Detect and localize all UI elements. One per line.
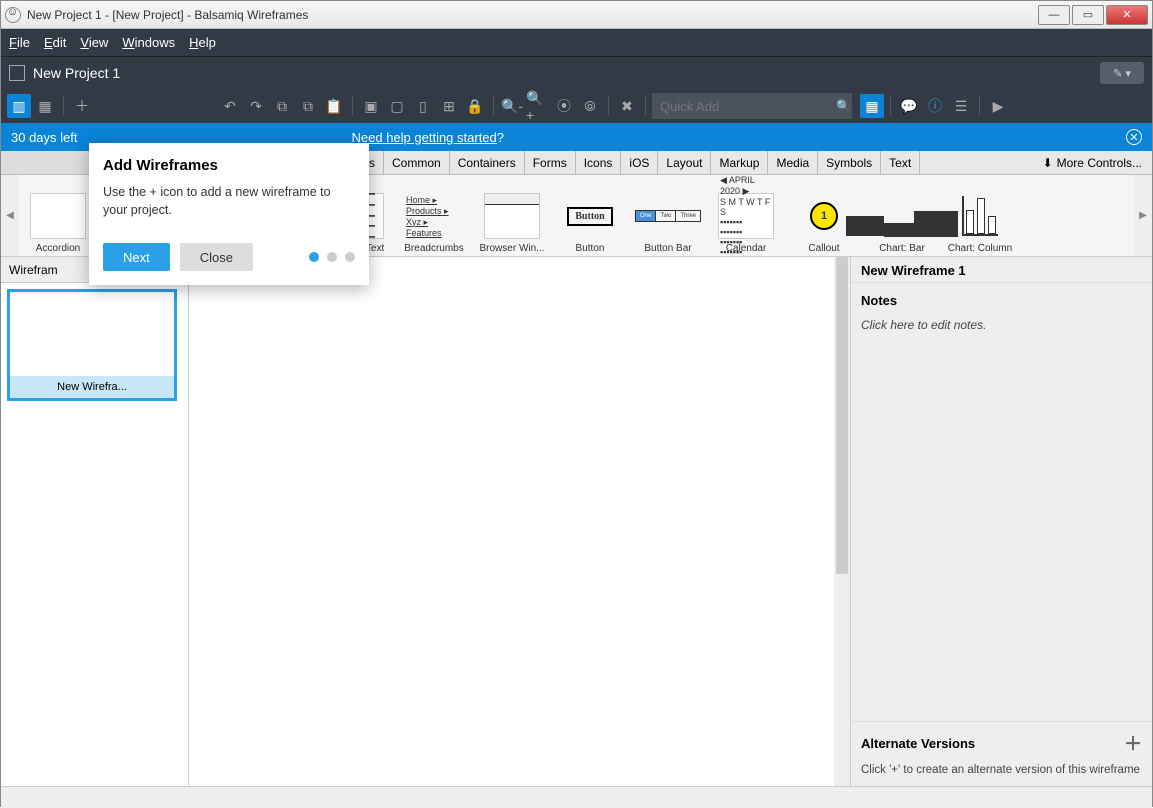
menu-windows[interactable]: Windows <box>122 35 175 50</box>
paste-button[interactable]: ⧉ <box>296 94 320 118</box>
canvas-scrollbar[interactable] <box>834 257 850 786</box>
app-icon <box>5 7 21 23</box>
dot-3 <box>345 252 355 262</box>
more-controls-button[interactable]: ⬇More Controls... <box>1033 151 1152 174</box>
library-scroll-left[interactable]: ◀ <box>1 175 19 256</box>
wireframes-panel: Wirefram New Wirefra... <box>1 257 189 786</box>
project-name: New Project 1 <box>33 65 120 81</box>
distribute-button[interactable]: ⊞ <box>437 94 461 118</box>
zoom-out-button[interactable]: 🔍- <box>500 94 524 118</box>
popup-progress-dots <box>309 252 355 262</box>
tab-ios[interactable]: iOS <box>621 151 658 174</box>
tab-forms[interactable]: Forms <box>525 151 576 174</box>
lib-button-bar[interactable]: OneTwoThree Button Bar <box>629 175 707 256</box>
tab-containers[interactable]: Containers <box>450 151 525 174</box>
minimize-button[interactable]: — <box>1038 5 1070 25</box>
tab-layout[interactable]: Layout <box>658 151 711 174</box>
align-button[interactable]: ▯ <box>411 94 435 118</box>
view-grid-button[interactable]: ▦ <box>33 94 57 118</box>
lock-button[interactable]: 🔒 <box>463 94 487 118</box>
menu-edit[interactable]: Edit <box>44 35 66 50</box>
lib-browser-window[interactable]: Browser Win... <box>473 175 551 256</box>
lib-chart-column[interactable]: Chart: Column <box>941 175 1019 256</box>
library-scroll-right[interactable]: ▶ <box>1134 175 1152 256</box>
canvas[interactable] <box>189 257 850 786</box>
lib-accordion[interactable]: Accordion <box>19 175 97 256</box>
popup-title: Add Wireframes <box>103 157 355 174</box>
zoom-actual-button[interactable]: ⦿ <box>552 94 576 118</box>
dot-1 <box>309 252 319 262</box>
ungroup-button[interactable]: ▢ <box>385 94 409 118</box>
inspector-title: New Wireframe 1 <box>851 257 1152 283</box>
copy-button[interactable]: ⧉ <box>270 94 294 118</box>
alternate-versions-hint: Click '+' to create an alternate version… <box>851 760 1152 786</box>
status-bar <box>1 786 1152 808</box>
tab-text[interactable]: Text <box>881 151 920 174</box>
inspector-panel: New Wireframe 1 Notes Click here to edit… <box>850 257 1152 786</box>
tab-media[interactable]: Media <box>768 151 818 174</box>
main-toolbar: ▥ ▦ ＋ ↶ ↷ ⧉ ⧉ 📋 ▣ ▢ ▯ ⊞ 🔒 🔍- 🔍+ ⦿ ⦾ ✖ 🔍 … <box>1 89 1152 123</box>
alternate-versions-heading: Alternate Versions <box>861 736 975 751</box>
popup-body: Use the + icon to add a new wireframe to… <box>103 184 355 219</box>
quick-add-input[interactable] <box>660 99 836 114</box>
window-title: New Project 1 - [New Project] - Balsamiq… <box>27 8 1036 22</box>
notes-placeholder[interactable]: Click here to edit notes. <box>861 318 1142 332</box>
edit-mode-dropdown[interactable]: ✎ ▾ <box>1100 62 1144 84</box>
trial-days-left: 30 days left <box>11 130 78 145</box>
add-alternate-button[interactable]: ＋ <box>1124 730 1142 756</box>
dismiss-banner-button[interactable]: ✕ <box>1126 129 1142 145</box>
download-icon: ⬇ <box>1043 156 1053 170</box>
menu-view[interactable]: View <box>80 35 108 50</box>
lib-button[interactable]: Button Button <box>551 175 629 256</box>
lib-calendar[interactable]: ◀ APRIL 2020 ▶S M T W T F S▪▪▪▪▪▪▪▪▪▪▪▪▪… <box>707 175 785 256</box>
add-wireframe-button[interactable]: ＋ <box>70 94 94 118</box>
window-titlebar: New Project 1 - [New Project] - Balsamiq… <box>1 1 1152 29</box>
quick-add-search[interactable]: 🔍 <box>652 93 852 119</box>
redo-button[interactable]: ↷ <box>244 94 268 118</box>
tab-symbols[interactable]: Symbols <box>818 151 881 174</box>
group-button[interactable]: ▣ <box>359 94 383 118</box>
menubar: File Edit View Windows Help <box>1 29 1152 57</box>
notes-heading: Notes <box>861 293 1142 308</box>
help-getting-started-link[interactable]: Need help getting started <box>352 130 497 145</box>
wireframe-thumbnail-caption: New Wirefra... <box>10 376 174 398</box>
wireframe-thumbnail[interactable]: New Wirefra... <box>7 289 177 401</box>
search-icon: 🔍 <box>836 99 851 113</box>
zoom-in-button[interactable]: 🔍+ <box>526 94 550 118</box>
menu-file[interactable]: File <box>9 35 30 50</box>
clipboard-button[interactable]: 📋 <box>322 94 346 118</box>
present-button[interactable]: ▶ <box>986 94 1010 118</box>
view-nav-button[interactable]: ▥ <box>7 94 31 118</box>
lib-breadcrumbs[interactable]: Home ▸ Products ▸ Xyz ▸ Features Breadcr… <box>395 175 473 256</box>
notes-button[interactable]: ☰ <box>949 94 973 118</box>
popup-close-button[interactable]: Close <box>180 243 253 271</box>
dot-2 <box>327 252 337 262</box>
project-icon <box>9 65 25 81</box>
clear-button[interactable]: ✖ <box>615 94 639 118</box>
project-title-row: New Project 1 ✎ ▾ <box>1 57 1152 89</box>
tab-markup[interactable]: Markup <box>711 151 768 174</box>
tab-icons[interactable]: Icons <box>576 151 622 174</box>
zoom-fit-button[interactable]: ⦾ <box>578 94 602 118</box>
comments-button[interactable]: 💬 <box>897 94 921 118</box>
popup-next-button[interactable]: Next <box>103 243 170 271</box>
undo-button[interactable]: ↶ <box>218 94 242 118</box>
library-toggle-button[interactable]: ▦ <box>860 94 884 118</box>
menu-help[interactable]: Help <box>189 35 216 50</box>
tab-common[interactable]: Common <box>384 151 450 174</box>
info-button[interactable]: ⓘ <box>923 94 947 118</box>
lib-chart-bar[interactable]: Chart: Bar <box>863 175 941 256</box>
onboarding-popup: Add Wireframes Use the + icon to add a n… <box>89 143 369 285</box>
maximize-button[interactable]: ▭ <box>1072 5 1104 25</box>
close-window-button[interactable]: ✕ <box>1106 5 1148 25</box>
